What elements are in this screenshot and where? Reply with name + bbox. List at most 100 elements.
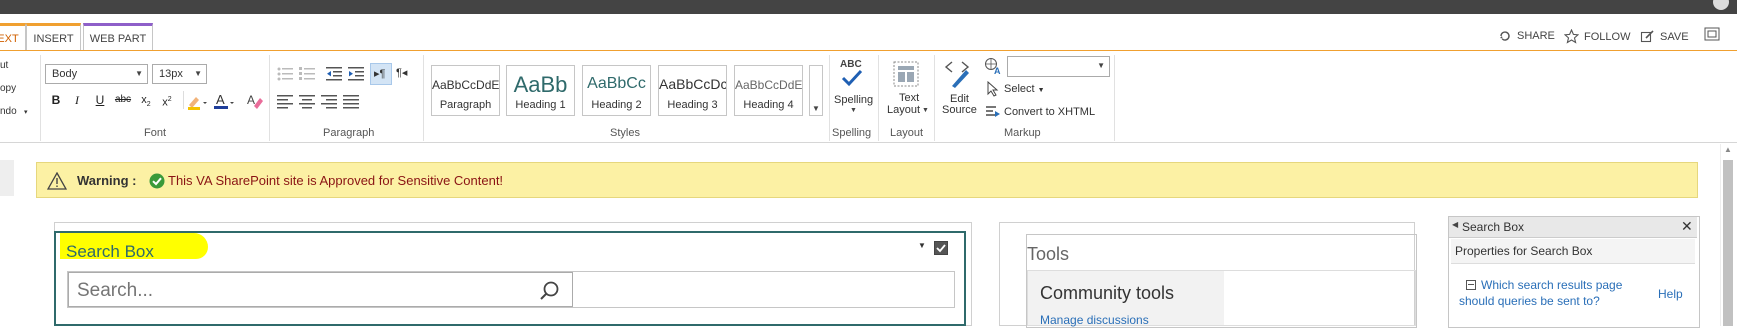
align-right-icon[interactable] — [320, 92, 338, 110]
scroll-up-arrow-icon[interactable]: ▲ — [1724, 145, 1732, 154]
search-input-field[interactable] — [69, 273, 539, 308]
highlight-color-icon[interactable] — [186, 94, 208, 110]
undo-button[interactable]: ndo — [0, 106, 17, 117]
chevron-down-icon: ▼ — [1097, 61, 1105, 70]
style-paragraph[interactable]: AaBbCcDdE Paragraph — [431, 65, 500, 116]
tool-pane-subtitle: Properties for Search Box — [1455, 244, 1593, 258]
right-to-left-icon[interactable]: ¶◂ — [396, 66, 407, 79]
decrease-indent-icon[interactable] — [325, 65, 343, 83]
tab-insert[interactable]: INSERT — [26, 23, 81, 50]
tab-format-text[interactable]: EXT — [0, 23, 26, 50]
community-tools-heading: Community tools — [1040, 283, 1175, 303]
tools-web-part: Tools Community tools Manage discussions — [1026, 234, 1417, 328]
style-name: Heading 1 — [515, 99, 566, 111]
collapse-left-icon[interactable]: ◀ — [1452, 220, 1458, 229]
style-name: Heading 4 — [743, 99, 794, 111]
scrollbar-thumb[interactable] — [1723, 160, 1733, 326]
share-label: SHARE — [1517, 30, 1555, 42]
font-color-icon[interactable]: A — [213, 92, 235, 110]
manage-discussions-link[interactable]: Manage discussions — [1040, 313, 1149, 327]
numbered-list-icon[interactable] — [298, 65, 316, 83]
convert-xhtml-button[interactable]: Convert to XHTML — [1004, 106, 1095, 118]
style-heading-4[interactable]: AaBbCcDdE Heading 4 — [734, 65, 803, 116]
select-label: Select — [1004, 83, 1035, 95]
justify-icon[interactable] — [342, 92, 360, 110]
align-left-icon[interactable] — [276, 92, 294, 110]
cursor-select-icon — [987, 81, 999, 97]
share-button[interactable]: SHARE — [1498, 29, 1555, 43]
layout-group-label: Layout — [890, 127, 924, 139]
edit-source-label-2: Source — [942, 104, 977, 116]
style-sample: AaBbCcDc — [659, 76, 727, 92]
bold-button[interactable]: B — [47, 91, 65, 109]
language-icon[interactable]: A — [984, 57, 1004, 75]
spelling-group-label: Spelling — [832, 127, 872, 139]
spelling-label: Spelling — [834, 94, 874, 106]
italic-button[interactable]: I — [68, 91, 86, 109]
markup-group-label: Markup — [1004, 127, 1041, 139]
style-heading-3[interactable]: AaBbCcDc Heading 3 — [658, 65, 727, 116]
follow-label: FOLLOW — [1584, 30, 1631, 43]
underline-button[interactable]: U — [91, 91, 109, 109]
undo-dropdown-icon[interactable]: ▾ — [24, 108, 28, 116]
tool-pane-header: ◀ Search Box ✕ — [1449, 217, 1697, 238]
group-separator — [40, 55, 41, 141]
markup-styles-dropdown[interactable]: ▼ — [1007, 56, 1110, 77]
svg-text:A: A — [216, 92, 225, 107]
search-input[interactable] — [68, 272, 573, 308]
strikethrough-button[interactable]: abc — [114, 91, 132, 109]
group-separator — [1114, 55, 1115, 141]
style-sample: AaBbCcDdE — [432, 78, 500, 92]
ltr-button[interactable]: ▸¶ — [370, 63, 392, 85]
warning-icon — [47, 172, 67, 190]
subscript-button[interactable]: x2 — [137, 91, 155, 109]
search-icon[interactable] — [539, 280, 561, 302]
cut-button[interactable]: ut — [0, 60, 8, 71]
style-name: Heading 2 — [591, 99, 642, 111]
search-box-web-part[interactable]: Search Box ▼ — [54, 231, 966, 326]
checkmark-icon — [936, 244, 946, 253]
svg-text:A: A — [994, 66, 1001, 75]
font-family-value: Body — [52, 68, 78, 80]
align-center-icon[interactable] — [298, 92, 316, 110]
bullet-list-icon[interactable] — [276, 65, 294, 83]
web-part-menu-icon[interactable]: ▼ — [918, 241, 926, 250]
save-button[interactable]: SAVE — [1640, 29, 1689, 44]
ribbon-tab-row: EXT INSERT WEB PART SHARE FOLLOW SAVE — [0, 14, 1737, 51]
share-icon — [1500, 31, 1510, 41]
paragraph-group-label: Paragraph — [323, 127, 375, 139]
search-results-page-question[interactable]: Which search results page should queries… — [1459, 277, 1629, 309]
suite-bar — [0, 0, 1737, 14]
edit-source-icon[interactable] — [944, 59, 972, 89]
select-button[interactable]: Select ▼ — [1004, 83, 1045, 95]
superscript-button[interactable]: x2 — [158, 91, 176, 109]
clear-format-icon[interactable]: A — [246, 92, 264, 110]
text-layout-label-2[interactable]: Layout — [887, 104, 920, 116]
ribbon: ut opy ndo ▾ Body ▼ 13px ▼ B I U abc x2 … — [0, 51, 1737, 143]
styles-more-button[interactable]: ▼ — [809, 65, 823, 116]
style-heading-2[interactable]: AaBbCc Heading 2 — [582, 65, 651, 116]
text-layout-label-1: Text — [899, 92, 920, 104]
save-label: SAVE — [1660, 30, 1689, 43]
group-separator — [878, 55, 879, 141]
chevron-down-icon: ▼ — [922, 107, 929, 114]
left-nav-stub — [0, 160, 14, 196]
copy-button[interactable]: opy — [0, 83, 16, 94]
style-sample: AaBb — [513, 72, 568, 97]
web-part-select-checkbox[interactable] — [934, 241, 948, 255]
font-family-dropdown[interactable]: Body ▼ — [45, 64, 148, 84]
text-layout-icon[interactable] — [893, 61, 919, 87]
help-link[interactable]: Help — [1658, 287, 1683, 301]
close-icon[interactable]: ✕ — [1681, 218, 1693, 235]
chevron-down-icon: ▼ — [194, 69, 202, 78]
focus-on-content-icon[interactable] — [1704, 27, 1720, 41]
warning-bar: Warning : This VA SharePoint site is App… — [36, 162, 1698, 198]
save-edit-icon — [1640, 30, 1654, 43]
tab-web-part[interactable]: WEB PART — [83, 23, 153, 50]
increase-indent-icon[interactable] — [347, 65, 365, 83]
style-heading-1[interactable]: AaBb Heading 1 — [506, 65, 575, 116]
follow-button[interactable]: FOLLOW — [1564, 29, 1630, 44]
group-separator — [423, 55, 424, 141]
avatar[interactable] — [1713, 0, 1729, 10]
font-size-dropdown[interactable]: 13px ▼ — [152, 64, 207, 84]
